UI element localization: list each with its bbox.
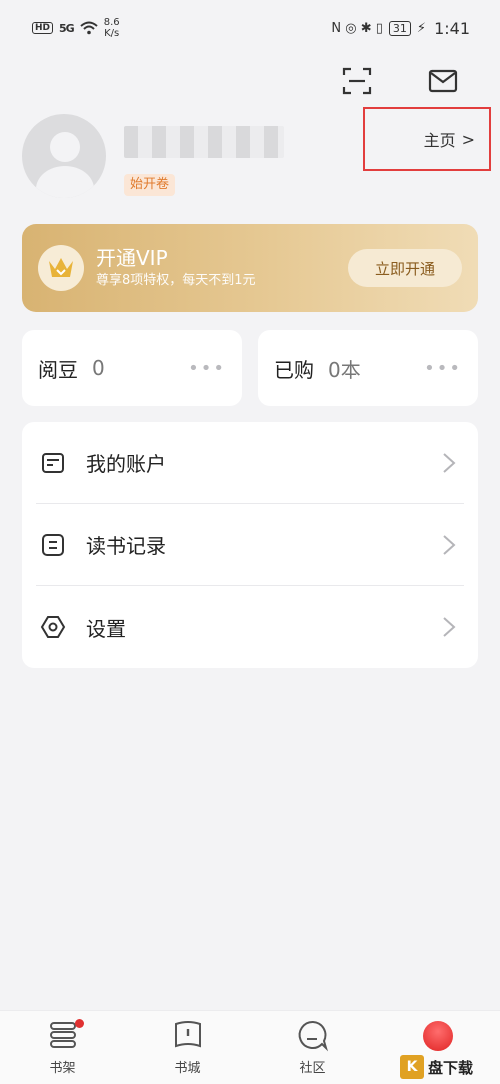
vip-banner[interactable]: 开通VIP 尊享8项特权，每天不到1元 立即开通 [22, 224, 478, 312]
menu-item-account[interactable]: 我的账户 [36, 422, 464, 504]
homepage-link[interactable]: 主页 > [363, 107, 491, 171]
status-bar: HD 5G 8.6 K/s N ◎ ✱ ▯ 31 ⚡ 1:41 [0, 0, 500, 56]
watermark-text: 盘下载 [428, 1058, 474, 1077]
menu-item-settings[interactable]: 设置 [36, 586, 464, 668]
user-badge: 始开卷 [124, 174, 176, 196]
vip-text: 开通VIP 尊享8项特权，每天不到1元 [96, 245, 348, 291]
avatar-head [50, 132, 80, 162]
status-right: N ◎ ✱ ▯ 31 ⚡ 1:41 [331, 19, 470, 38]
signal-icon: 5G [59, 21, 75, 35]
notification-dot [74, 1019, 84, 1028]
chevron-right-icon [443, 534, 456, 555]
more-icon[interactable]: ••• [424, 358, 462, 379]
nav-item-bookstore[interactable]: 书城 [148, 1017, 228, 1076]
open-vip-button[interactable]: 立即开通 [348, 249, 462, 287]
charging-icon: ⚡ [416, 20, 427, 36]
chevron-right-icon [443, 452, 456, 473]
nav-item-bookshelf[interactable]: 书架 [23, 1017, 103, 1076]
nav-label: 社区 [299, 1061, 326, 1076]
stat-card-purchased[interactable]: 已购 0本 ••• [258, 330, 478, 406]
more-icon[interactable]: ••• [188, 358, 226, 379]
top-actions [340, 64, 460, 98]
vip-subtitle: 尊享8项特权，每天不到1元 [96, 273, 256, 288]
nav-item-community[interactable]: 社区 [273, 1017, 353, 1076]
menu-label: 我的账户 [86, 452, 166, 476]
crown-icon [38, 245, 84, 291]
stat-label: 已购 [274, 357, 314, 382]
nav-label: 书城 [174, 1061, 201, 1076]
network-speed: 8.6 K/s [104, 17, 120, 39]
speed-unit: K/s [104, 28, 120, 39]
avatar[interactable] [22, 114, 106, 198]
menu-card: 我的账户 读书记录 设置 [22, 422, 478, 668]
watermark: K 盘下载 [400, 1050, 500, 1084]
stat-value: 0本 [328, 357, 361, 382]
stat-label: 阅豆 [38, 357, 78, 382]
wallet-icon [42, 452, 64, 473]
menu-item-reading-history[interactable]: 读书记录 [36, 504, 464, 586]
vip-title: 开通VIP [96, 246, 168, 270]
speed-value: 8.6 [103, 17, 120, 28]
chevron-right-icon: > [461, 129, 475, 149]
community-icon [298, 1020, 328, 1052]
clock: 1:41 [434, 18, 470, 38]
chevron-right-icon [443, 617, 456, 637]
avatar-body [36, 166, 94, 198]
wifi-icon [80, 21, 98, 35]
homepage-label: 主页 [423, 131, 456, 150]
username-blurred [124, 126, 284, 158]
battery-icon: 31 [388, 20, 411, 36]
mail-icon[interactable] [426, 64, 460, 98]
stat-card-beans[interactable]: 阅豆 0 ••• [22, 330, 242, 406]
bookstore-icon [174, 1021, 201, 1048]
watermark-logo: K [400, 1055, 424, 1079]
scan-icon[interactable] [340, 64, 374, 98]
system-icons: N ◎ ✱ ▯ [331, 20, 383, 36]
status-left: HD 5G 8.6 K/s [32, 17, 120, 39]
menu-label: 设置 [86, 616, 126, 641]
settings-icon [40, 616, 66, 638]
nav-label: 书架 [49, 1061, 76, 1076]
stat-value: 0 [92, 356, 105, 380]
record-icon [42, 533, 64, 556]
hd-icon: HD [32, 22, 54, 34]
profile-icon [422, 1021, 453, 1051]
menu-label: 读书记录 [86, 534, 166, 558]
